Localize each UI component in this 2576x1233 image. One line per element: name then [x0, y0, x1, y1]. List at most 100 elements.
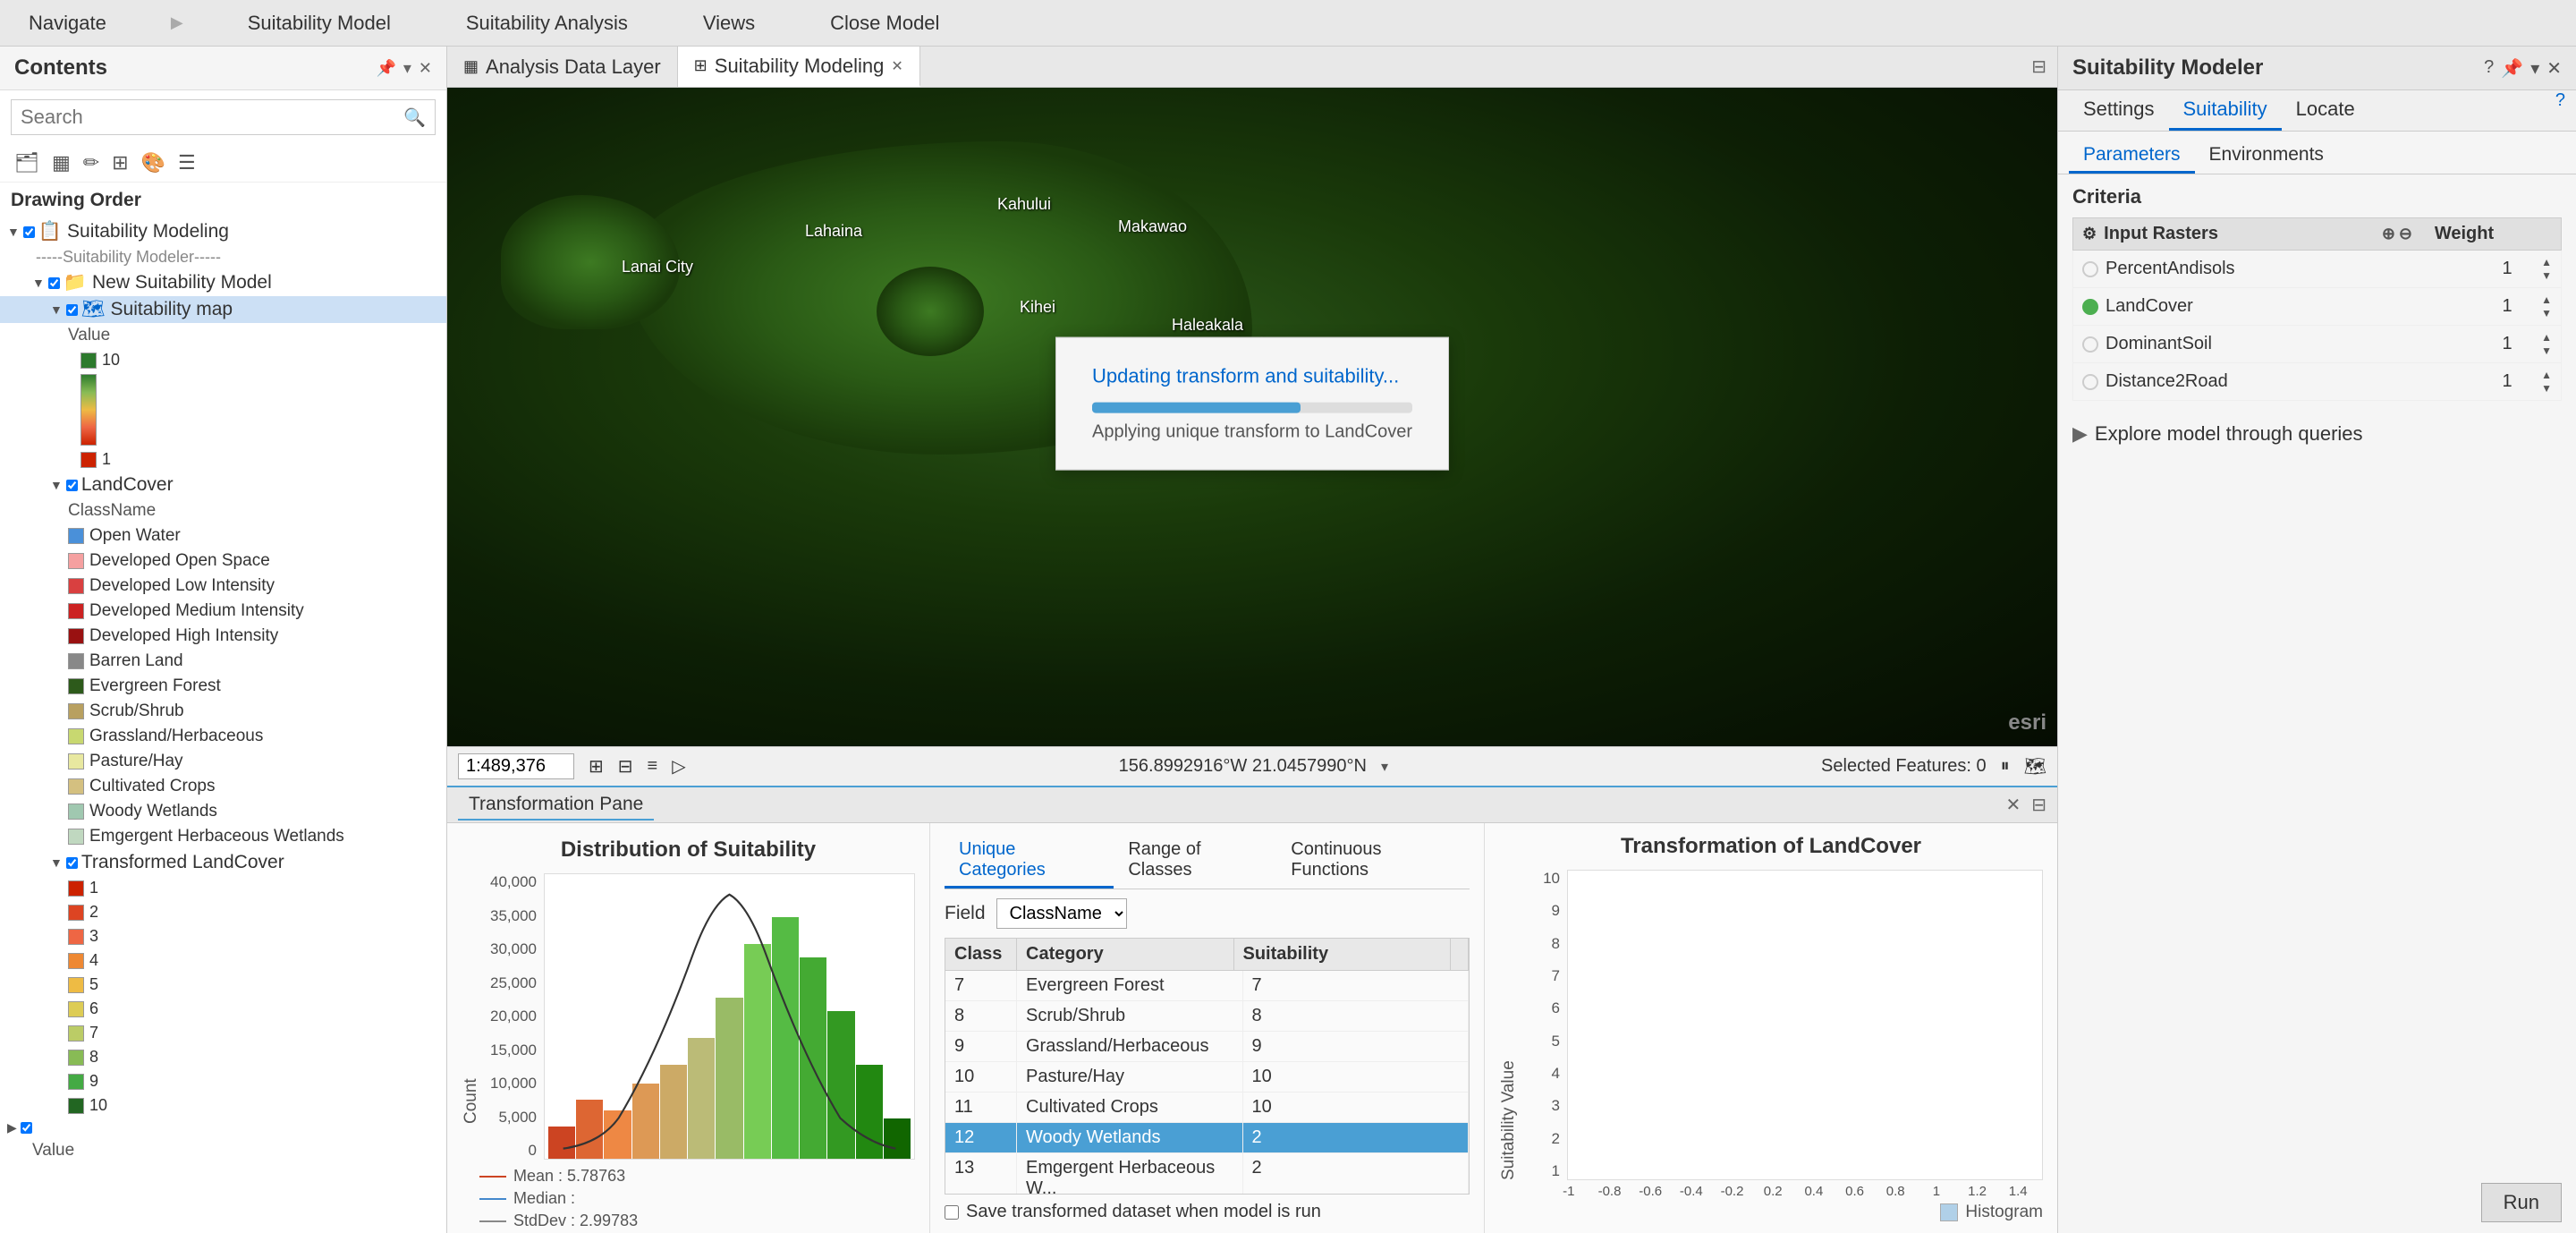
- field-select[interactable]: ClassName: [996, 898, 1127, 929]
- nav-icon-2[interactable]: ⊟: [618, 755, 633, 778]
- pane-close-icon[interactable]: ✕: [2005, 794, 2021, 816]
- tc-x-label: 0.8: [1877, 1184, 1913, 1199]
- pin-icon[interactable]: 📌: [2501, 57, 2523, 80]
- filter-icon[interactable]: ☰: [174, 148, 199, 178]
- layer-terrain[interactable]: ▶: [0, 1118, 446, 1138]
- suitability-analysis-btn[interactable]: Suitability Analysis: [455, 4, 639, 42]
- hist-bar: [744, 944, 771, 1159]
- panel-expand-btn[interactable]: ⊟: [2031, 55, 2046, 78]
- criteria-label: Criteria: [2072, 185, 2562, 208]
- remove-raster-icon[interactable]: ⊖: [2399, 225, 2412, 243]
- pause-icon[interactable]: ⏸: [2001, 756, 2010, 777]
- weight-arrows-2[interactable]: ▲▼: [2541, 293, 2552, 319]
- td-suitability: 9: [1243, 1032, 1470, 1061]
- layer-new-suitability-model[interactable]: ▼ 📁 New Suitability Model: [0, 269, 446, 296]
- save-checkbox[interactable]: [945, 1205, 959, 1220]
- layer-checkbox[interactable]: [66, 480, 78, 491]
- navigate-btn[interactable]: Navigate: [18, 4, 117, 42]
- layer-checkbox[interactable]: [66, 857, 78, 869]
- histogram-plot[interactable]: [544, 873, 915, 1160]
- tc-x-labels: -1-0.8-0.6-0.4-0.20.20.40.60.811.21.4: [1499, 1180, 2043, 1199]
- criteria-row-dominant-soil[interactable]: DominantSoil 1 ▲▼: [2072, 326, 2562, 363]
- pane-tab-transformation[interactable]: Transformation Pane: [458, 790, 654, 821]
- table-row[interactable]: 13 Emgergent Herbaceous W... 2: [945, 1153, 1469, 1195]
- map-container[interactable]: Lahaina Kahului Makawao Lanai City Kihei…: [447, 88, 2057, 746]
- pane-expand-icon[interactable]: ⊟: [2031, 794, 2046, 816]
- suitability-model-btn[interactable]: Suitability Model: [237, 4, 402, 42]
- add-remove-btns[interactable]: ⊕ ⊖: [2382, 225, 2412, 243]
- transformed-swatch-3: 3: [0, 924, 446, 948]
- close-icon[interactable]: ✕: [2546, 57, 2562, 80]
- tab-locate[interactable]: Locate: [2282, 90, 2369, 131]
- nav-icon-4[interactable]: ▷: [672, 755, 685, 778]
- scale-input[interactable]: [458, 753, 574, 779]
- paint-icon[interactable]: 🎨: [138, 148, 169, 178]
- subtab-environments[interactable]: Environments: [2195, 139, 2338, 174]
- pane-content: Distribution of Suitability Count 40,000…: [447, 823, 2057, 1233]
- layer-checkbox[interactable]: [23, 226, 35, 238]
- dist-chart: Count 40,00035,00030,00025,000 20,00015,…: [462, 873, 915, 1160]
- table-row[interactable]: 9 Grassland/Herbaceous 9: [945, 1032, 1469, 1062]
- transformed-swatch-2: 2: [0, 900, 446, 924]
- criteria-row-landcover[interactable]: LandCover 1 ▲▼: [2072, 288, 2562, 326]
- layer-transformed-landcover[interactable]: ▼ Transformed LandCover: [0, 849, 446, 876]
- table-row[interactable]: 10 Pasture/Hay 10: [945, 1062, 1469, 1093]
- layers-icon[interactable]: 🗂: [11, 148, 43, 178]
- close-icon[interactable]: ✕: [419, 59, 432, 78]
- row-dot-4: [2082, 374, 2098, 390]
- layer-suitability-modeling[interactable]: ▼ 📋 Suitability Modeling: [0, 218, 446, 245]
- layer-suitability-map[interactable]: ▼ 🗺 Suitability map: [0, 296, 446, 323]
- transform-chart-area: Suitability Value 109876 54321: [1499, 870, 2043, 1180]
- search-icon[interactable]: 🔍: [403, 106, 426, 129]
- weight-arrows-4[interactable]: ▲▼: [2541, 369, 2552, 395]
- search-input[interactable]: [21, 106, 403, 129]
- down-icon[interactable]: ▾: [2530, 57, 2539, 80]
- tab-analysis-data[interactable]: ▦ Analysis Data Layer: [447, 47, 678, 87]
- chart-legend: Mean : 5.78763 Median : StdDev : 2.99783: [462, 1167, 915, 1233]
- help-icon[interactable]: ?: [2484, 57, 2494, 80]
- help-btn[interactable]: ?: [2555, 90, 2565, 131]
- tab-range-classes[interactable]: Range of Classes: [1114, 834, 1276, 889]
- tc-x-label: 0.6: [1837, 1184, 1873, 1199]
- map-nav-icon[interactable]: 🗺: [2024, 755, 2046, 778]
- coord-chevron-icon[interactable]: ▾: [1381, 758, 1388, 776]
- td-category: Scrub/Shrub: [1017, 1001, 1243, 1031]
- layer-landcover[interactable]: ▼ LandCover: [0, 472, 446, 498]
- table-row[interactable]: 7 Evergreen Forest 7: [945, 971, 1469, 1001]
- raster-name-4: Distance2Road: [2106, 371, 2473, 392]
- tab-unique-categories[interactable]: Unique Categories: [945, 834, 1114, 889]
- add-raster-icon[interactable]: ⊕: [2382, 225, 2395, 243]
- criteria-row-distance2road[interactable]: Distance2Road 1 ▲▼: [2072, 363, 2562, 401]
- transform-chart-section: Transformation of LandCover Suitability …: [1485, 823, 2057, 1233]
- subtab-parameters[interactable]: Parameters: [2069, 139, 2195, 174]
- layer-checkbox[interactable]: [48, 277, 60, 289]
- explore-link[interactable]: ▶ Explore model through queries: [2058, 412, 2576, 456]
- table-row[interactable]: 11 Cultivated Crops 10: [945, 1093, 1469, 1123]
- close-model-btn[interactable]: Close Model: [819, 4, 950, 42]
- pin-icon[interactable]: 📌: [376, 59, 395, 78]
- tab-settings[interactable]: Settings: [2069, 90, 2169, 131]
- criteria-row-percent-andisols[interactable]: PercentAndisols 1 ▲▼: [2072, 251, 2562, 288]
- weight-arrows-3[interactable]: ▲▼: [2541, 331, 2552, 357]
- table-row[interactable]: 12 Woody Wetlands 2: [945, 1123, 1469, 1153]
- move-icon[interactable]: ⊞: [108, 148, 131, 178]
- layer-checkbox[interactable]: [66, 304, 78, 316]
- nav-icon-1[interactable]: ⊞: [589, 755, 604, 778]
- tc-plot[interactable]: [1567, 870, 2043, 1180]
- layer-checkbox[interactable]: [21, 1122, 32, 1134]
- table-row[interactable]: 8 Scrub/Shrub 8: [945, 1001, 1469, 1032]
- settings-icon[interactable]: ⚙: [2082, 225, 2097, 243]
- tab-suitability[interactable]: Suitability: [2169, 90, 2282, 131]
- tab-suitability-modeling[interactable]: ⊞ Suitability Modeling ✕: [678, 47, 920, 87]
- down-arrow-icon[interactable]: ▾: [403, 59, 411, 78]
- run-button[interactable]: Run: [2481, 1183, 2562, 1222]
- tab-continuous-functions[interactable]: Continuous Functions: [1276, 834, 1470, 889]
- weight-arrows-1[interactable]: ▲▼: [2541, 256, 2552, 282]
- table-icon[interactable]: ▦: [48, 148, 74, 178]
- panel-icon-group: 📌 ▾ ✕: [376, 59, 432, 78]
- nav-icon-3[interactable]: ≡: [648, 756, 658, 777]
- edit-icon[interactable]: ✏: [80, 148, 103, 178]
- views-btn[interactable]: Views: [692, 4, 766, 42]
- tab-close-icon[interactable]: ✕: [891, 57, 902, 75]
- landcover-label: LandCover: [81, 474, 174, 496]
